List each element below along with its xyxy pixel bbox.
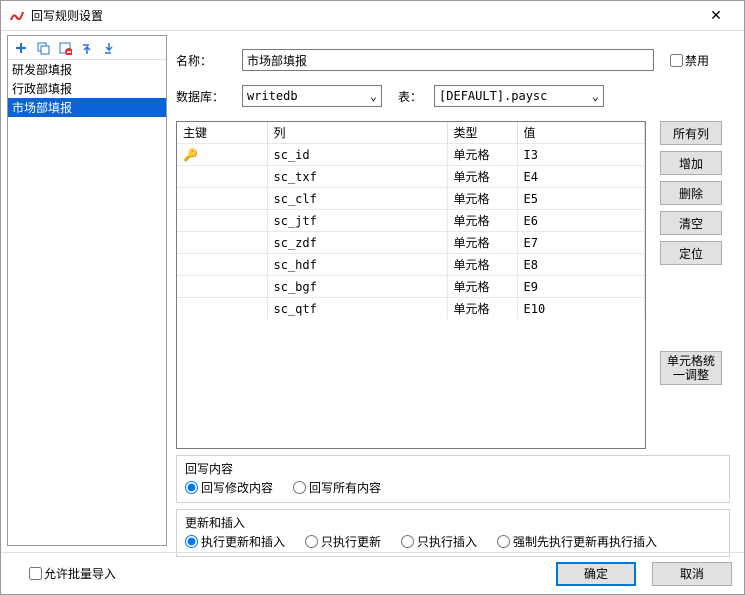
app-logo-icon [9,8,25,24]
all-columns-button[interactable]: 所有列 [660,121,722,145]
table-row[interactable]: sc_jtf单元格E6 [177,210,645,232]
cell-type: 单元格 [447,254,517,276]
footer: 允许批量导入 确定 取消 [1,552,744,594]
delete-button[interactable]: 删除 [660,181,722,205]
cell-type: 单元格 [447,188,517,210]
cell-col: sc_hdf [267,254,447,276]
table-label: 表： [398,88,422,105]
rule-item[interactable]: 市场部填报 [8,98,166,117]
cell-value: E6 [517,210,645,232]
cell-value: E7 [517,232,645,254]
disable-label: 禁用 [685,52,709,69]
side-buttons: 所有列 增加 删除 清空 定位 单元格统一调整 [660,121,722,449]
cell-type: 单元格 [447,232,517,254]
table-row[interactable]: sc_qtf单元格E10 [177,298,645,320]
name-label: 名称： [176,52,242,69]
update-both-radio[interactable]: 执行更新和插入 [185,533,285,550]
table-value: [DEFAULT].paysc [439,89,547,103]
batch-import-checkbox-wrap[interactable]: 允许批量导入 [29,565,116,582]
force-radio[interactable]: 强制先执行更新再执行插入 [497,533,657,550]
dialog-window: 回写规则设置 ✕ 研发部填报行政部填报市场部填报 名称： 禁用 [0,0,745,595]
update-legend: 更新和插入 [185,514,721,531]
cell-value: E4 [517,166,645,188]
header-col[interactable]: 列 [267,122,447,144]
batch-import-checkbox[interactable] [29,567,42,580]
header-type[interactable]: 类型 [447,122,517,144]
db-label: 数据库： [176,88,242,105]
titlebar: 回写规则设置 ✕ [1,1,744,31]
cell-value: E9 [517,276,645,298]
add-rule-icon[interactable] [12,39,30,57]
writeback-modify-radio[interactable]: 回写修改内容 [185,479,273,496]
locate-button[interactable]: 定位 [660,241,722,265]
table-row[interactable]: 🔑 sc_id单元格I3 [177,144,645,166]
batch-import-label: 允许批量导入 [44,565,116,582]
writeback-legend: 回写内容 [185,460,721,477]
table-select[interactable]: [DEFAULT].paysc ⌄ [434,85,604,107]
table-row[interactable]: sc_bgf单元格E9 [177,276,645,298]
key-icon: 🔑 [183,148,198,162]
name-row: 名称： 禁用 [176,49,734,71]
disable-checkbox-wrap[interactable]: 禁用 [670,52,709,69]
clear-button[interactable]: 清空 [660,211,722,235]
cell-type: 单元格 [447,210,517,232]
cell-col: sc_qtf [267,298,447,320]
cancel-button[interactable]: 取消 [652,562,732,586]
cell-value: E5 [517,188,645,210]
dialog-body: 研发部填报行政部填报市场部填报 名称： 禁用 数据库： writedb ⌄ 表： [1,31,744,552]
rule-list-pane: 研发部填报行政部填报市场部填报 [7,35,167,546]
cell-col: sc_jtf [267,210,447,232]
cell-value: E10 [517,298,645,320]
header-pk[interactable]: 主键 [177,122,267,144]
columns-grid[interactable]: 主键 列 类型 值 🔑sc_id单元格I3sc_txf单元格E4sc_clf单元… [176,121,646,449]
disable-checkbox[interactable] [670,54,683,67]
add-button[interactable]: 增加 [660,151,722,175]
cell-col: sc_zdf [267,232,447,254]
table-row[interactable]: sc_txf单元格E4 [177,166,645,188]
rule-list[interactable]: 研发部填报行政部填报市场部填报 [8,60,166,545]
table-row[interactable]: sc_clf单元格E5 [177,188,645,210]
update-only-radio[interactable]: 只执行更新 [305,533,381,550]
cell-adjust-button[interactable]: 单元格统一调整 [660,351,722,385]
cell-col: sc_clf [267,188,447,210]
writeback-all-radio[interactable]: 回写所有内容 [293,479,381,496]
ok-button[interactable]: 确定 [556,562,636,586]
move-up-icon[interactable] [78,39,96,57]
table-row[interactable]: sc_zdf单元格E7 [177,232,645,254]
cell-type: 单元格 [447,298,517,320]
cell-col: sc_id [267,144,447,166]
chevron-down-icon: ⌄ [592,89,599,103]
update-fieldset: 更新和插入 执行更新和插入 只执行更新 只执行插入 强制先执行更新再执行插入 [176,509,730,557]
right-pane: 名称： 禁用 数据库： writedb ⌄ 表： [DEFAULT].paysc… [176,35,734,546]
table-area: 主键 列 类型 值 🔑sc_id单元格I3sc_txf单元格E4sc_clf单元… [176,121,734,449]
copy-rule-icon[interactable] [34,39,52,57]
cell-type: 单元格 [447,144,517,166]
window-title: 回写规则设置 [31,7,696,24]
move-down-icon[interactable] [100,39,118,57]
database-select[interactable]: writedb ⌄ [242,85,382,107]
cell-value: I3 [517,144,645,166]
close-button[interactable]: ✕ [696,7,736,24]
cell-value: E8 [517,254,645,276]
db-row: 数据库： writedb ⌄ 表： [DEFAULT].paysc ⌄ [176,85,734,107]
cell-type: 单元格 [447,276,517,298]
delete-rule-icon[interactable] [56,39,74,57]
insert-only-radio[interactable]: 只执行插入 [401,533,477,550]
name-input[interactable] [242,49,654,71]
chevron-down-icon: ⌄ [370,89,377,103]
cell-col: sc_txf [267,166,447,188]
cell-col: sc_bgf [267,276,447,298]
header-value[interactable]: 值 [517,122,645,144]
rule-item[interactable]: 研发部填报 [8,60,166,79]
writeback-fieldset: 回写内容 回写修改内容 回写所有内容 [176,455,730,503]
database-value: writedb [247,89,298,103]
rule-item[interactable]: 行政部填报 [8,79,166,98]
table-row[interactable]: sc_hdf单元格E8 [177,254,645,276]
rule-toolbar [8,36,166,60]
cell-type: 单元格 [447,166,517,188]
